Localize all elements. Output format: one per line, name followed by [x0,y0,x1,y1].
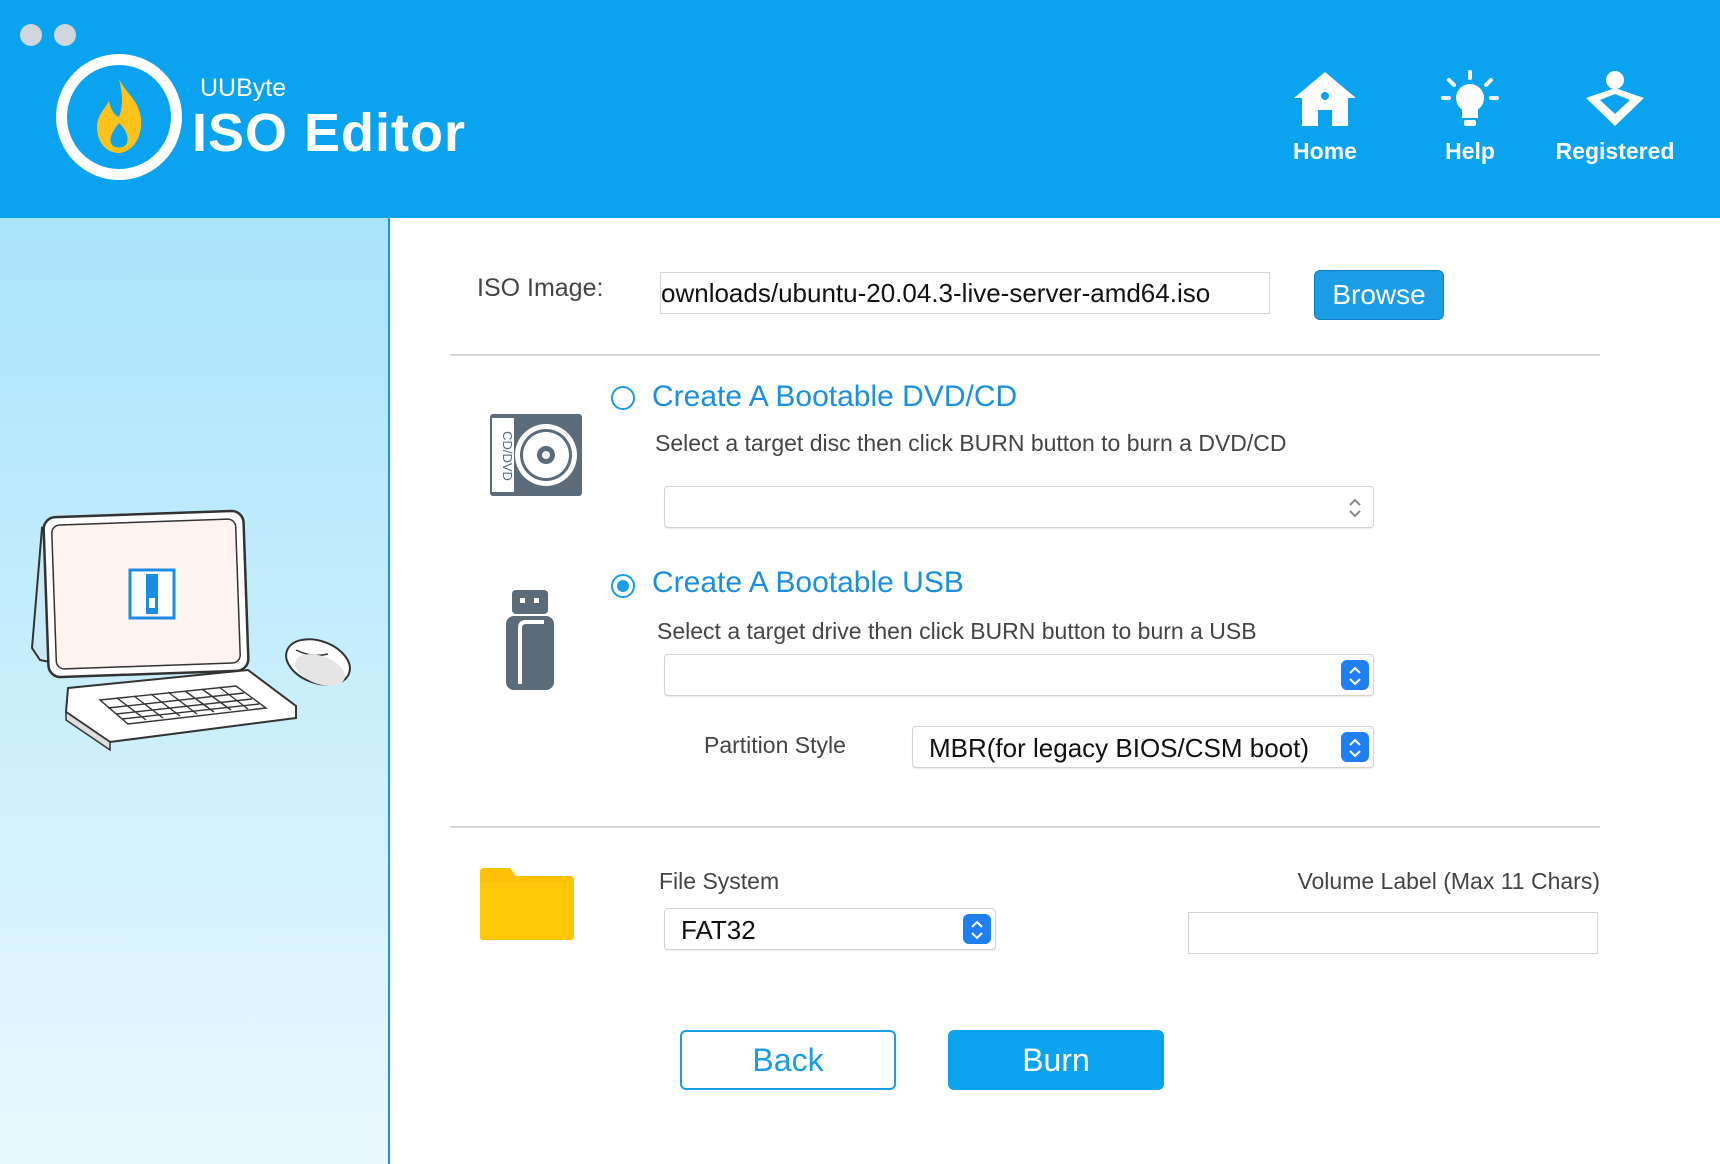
nav-home-label: Home [1293,138,1357,164]
usb-option-description: Select a target drive then click BURN bu… [657,618,1257,644]
window-minimize-button[interactable] [54,24,76,46]
chevron-updown-icon [963,914,991,944]
cd-dvd-icon: CD/DVD [488,412,584,503]
partition-style-label: Partition Style [704,732,846,758]
dvd-radio-button[interactable] [611,386,635,410]
app-header: UUByte ISO Editor Home Help Registered [0,0,1720,218]
nav-registered-label: Registered [1555,138,1675,164]
brand-company: UUByte [200,74,287,102]
dvd-option-description: Select a target disc then click BURN but… [655,430,1287,456]
iso-path-value: ownloads/ubuntu-20.04.3-live-server-amd6… [661,278,1211,308]
iso-image-label: ISO Image: [477,274,604,302]
nav-registered-button[interactable]: Registered [1550,70,1680,165]
partition-style-select[interactable]: MBR(for legacy BIOS/CSM boot) [912,726,1374,768]
volume-label-input[interactable] [1188,912,1598,954]
partition-style-value: MBR(for legacy BIOS/CSM boot) [929,733,1309,763]
iso-path-field[interactable]: ownloads/ubuntu-20.04.3-live-server-amd6… [660,272,1270,314]
chevron-updown-icon [1341,660,1369,690]
usb-target-select[interactable] [664,654,1374,696]
usb-drive-icon [504,588,554,697]
registered-user-icon [1586,71,1644,126]
cd-dvd-icon-text: CD/DVD [500,431,515,481]
volume-label-label: Volume Label (Max 11 Chars) [1297,868,1600,894]
sidebar [0,218,390,1164]
divider-bottom [450,826,1600,828]
divider-top [450,354,1600,356]
nav-home-button[interactable]: Home [1260,70,1390,165]
folder-icon [480,868,574,945]
app-title: ISO Editor [192,103,467,163]
file-system-label: File System [659,868,780,894]
nav-help-label: Help [1445,138,1495,164]
file-system-select[interactable]: FAT32 [664,908,996,950]
file-system-value: FAT32 [681,915,756,945]
burn-button[interactable]: Burn [948,1030,1164,1090]
browse-button[interactable]: Browse [1314,270,1444,320]
computer-illustration [30,509,351,752]
dvd-option-title[interactable]: Create A Bootable DVD/CD [652,380,1017,414]
app-logo [56,54,182,180]
lightbulb-icon [1441,70,1499,126]
flame-icon [97,79,142,153]
home-icon [1294,72,1356,126]
chevron-updown-icon [1341,732,1369,762]
back-button[interactable]: Back [680,1030,896,1090]
nav-help-button[interactable]: Help [1405,70,1535,165]
window-close-button[interactable] [20,24,42,46]
usb-radio-button[interactable] [611,574,635,598]
dvd-target-select[interactable] [664,486,1374,528]
usb-option-title[interactable]: Create A Bootable USB [652,566,964,600]
chevron-updown-icon [1341,492,1369,522]
